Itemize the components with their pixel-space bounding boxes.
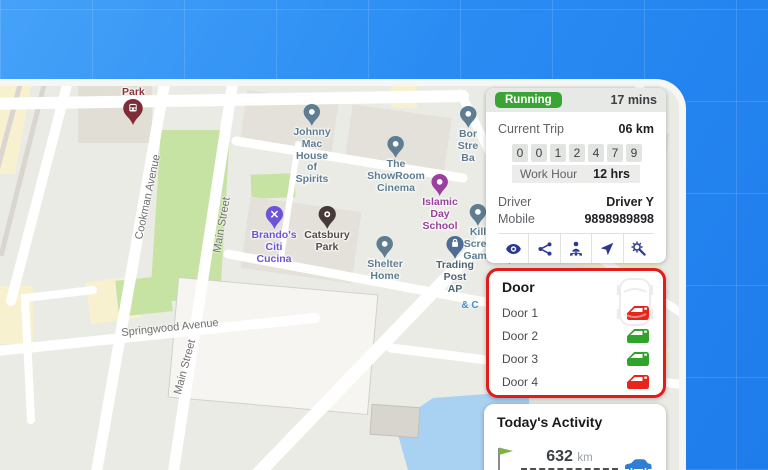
door-row: Door 4 (502, 370, 650, 393)
driver-map-button[interactable] (560, 234, 591, 263)
mobile-value: 9898989898 (584, 212, 654, 226)
map-pin-icon (304, 104, 321, 126)
map-pin-icon (388, 136, 405, 158)
share-icon (538, 242, 552, 256)
poi-label: The ShowRoom Cinema (367, 159, 425, 194)
odometer-digit: 7 (607, 144, 623, 162)
street-label-main-upper: Main Street (211, 196, 233, 253)
navigation-arrow-icon (600, 242, 614, 256)
work-hour-label: Work Hour (520, 167, 577, 181)
odometer-digit: 2 (569, 144, 585, 162)
door-open-icon (626, 328, 650, 344)
activity-trip-row: 632 km (497, 446, 653, 470)
door-status-panel: Door Door 1 Door 2 Door 3 Door 4 (486, 268, 666, 398)
odometer-digit: 1 (550, 144, 566, 162)
person-map-icon (568, 241, 584, 256)
car-icon (623, 457, 653, 470)
map-pin-icon (123, 99, 143, 125)
odometer-digit: 4 (588, 144, 604, 162)
street-label-cookman: Cookman Avenue (133, 153, 163, 240)
status-duration: 17 mins (610, 93, 657, 107)
navigate-button[interactable] (591, 234, 622, 263)
map-pin-icon (376, 236, 393, 258)
poi-label: Trading Post AP (436, 260, 474, 295)
odometer-digit: 0 (512, 144, 528, 162)
door-row: Door 3 (502, 347, 650, 370)
door-closed-icon (626, 374, 650, 390)
settings-search-button[interactable] (623, 234, 654, 263)
poi-label: Park (122, 87, 145, 99)
status-header: Running 17 mins (486, 88, 666, 112)
trip-distance-value: 632 (546, 448, 573, 465)
poi-label: Johnny Mac House of Spirits (293, 127, 330, 186)
map-pin-icon (318, 206, 336, 229)
eye-icon (505, 242, 522, 256)
driver-value: Driver Y (606, 195, 654, 209)
activity-panel-title: Today's Activity (497, 414, 653, 430)
odometer-digit: 9 (626, 144, 642, 162)
start-flag-icon (497, 446, 516, 470)
door-label: Door 3 (502, 352, 538, 366)
view-button[interactable] (498, 234, 528, 263)
current-trip-label: Current Trip (498, 122, 564, 136)
work-hour-value: 12 hrs (593, 167, 630, 181)
map-pin-icon (446, 236, 464, 259)
poi-label: Brando's Citi Cucina (251, 230, 296, 265)
street-label-springwood: Springwood Avenue (121, 317, 219, 339)
mobile-label: Mobile (498, 212, 535, 226)
street-label-main-lower: Main Street (172, 338, 198, 395)
map-pin-icon (431, 174, 448, 196)
action-row (498, 233, 654, 263)
driver-label: Driver (498, 195, 531, 209)
todays-activity-panel: Today's Activity 632 km (484, 404, 666, 470)
door-open-icon (626, 351, 650, 367)
trip-distance-unit: km (577, 452, 592, 464)
vehicle-status-panel: Running 17 mins Current Trip 06 km 0 0 1… (486, 88, 666, 263)
poi-label: Shelter Home (367, 259, 403, 283)
odometer: 0 0 1 2 4 7 9 (512, 144, 654, 162)
door-label: Door 1 (502, 306, 538, 320)
trip-progress-line: 632 km (521, 449, 618, 470)
map-pin-icon (460, 106, 477, 128)
odometer-digit: 0 (531, 144, 547, 162)
map-pin-icon (265, 206, 283, 229)
current-trip-value: 06 km (619, 122, 654, 136)
map-pin-icon (470, 204, 487, 226)
trip-distance: 632 km (546, 448, 593, 466)
gear-search-icon (631, 241, 646, 256)
work-hour: Work Hour 12 hrs (512, 165, 640, 183)
door-label: Door 2 (502, 329, 538, 343)
map-text-amp: & C (461, 300, 478, 311)
door-label: Door 4 (502, 375, 538, 389)
share-button[interactable] (528, 234, 559, 263)
status-badge: Running (495, 92, 562, 108)
poi-label: Catsbury Park (304, 230, 350, 254)
poi-label: Islamic Day School (422, 197, 458, 232)
poi-label: Bor Stre Ba (458, 129, 478, 164)
vehicle-watermark (615, 275, 655, 329)
